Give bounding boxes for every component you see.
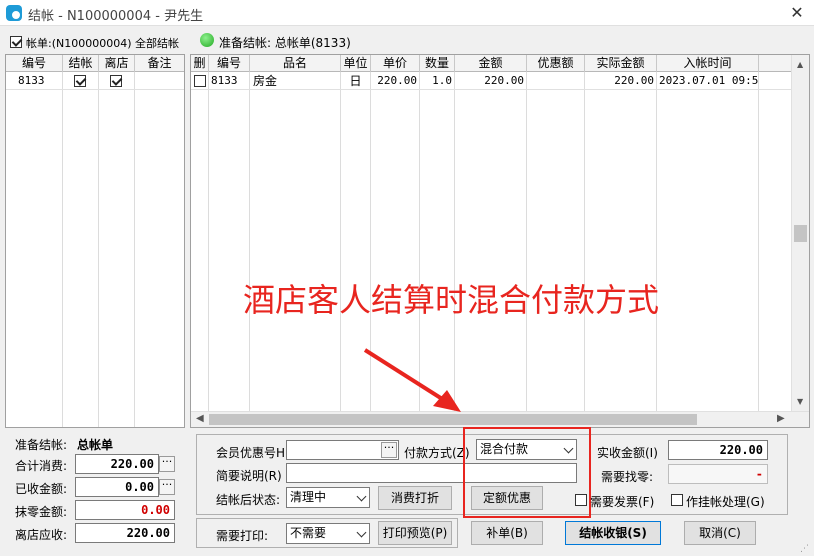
- ready-value: 总帐单: [77, 438, 114, 452]
- bill-header: 帐单:(N100000004) 全部结帐: [8, 33, 188, 51]
- bill-row-note: [136, 73, 182, 90]
- detail-col-discount[interactable]: 优惠额: [527, 55, 585, 72]
- due-field: 220.00: [75, 523, 175, 543]
- resize-grip-icon[interactable]: ⋰: [800, 544, 809, 554]
- scroll-down-icon[interactable]: ▼: [797, 397, 803, 406]
- pay-method-label: 付款方式(Z): [404, 446, 470, 460]
- detail-col-unit[interactable]: 单位: [341, 55, 371, 72]
- received-label: 已收金额:: [15, 482, 68, 496]
- vertical-scrollbar[interactable]: ▲ ▼: [791, 55, 809, 411]
- after-status-label: 结帐后状态:: [216, 493, 281, 507]
- detail-row-time: 2023.07.01 09:55: [659, 74, 758, 87]
- bill-summary: 准备结帐: 总帐单 合计消费: 220.00 ··· 已收金额: 0.00 ··…: [5, 432, 187, 552]
- scroll-up-icon[interactable]: ▲: [797, 60, 803, 69]
- change-label: 需要找零:: [601, 470, 654, 484]
- rounding-field[interactable]: 0.00: [75, 500, 175, 520]
- received-field: 0.00: [75, 477, 159, 497]
- chevron-down-icon: [356, 491, 367, 502]
- detail-row-delete-checkbox[interactable]: [194, 75, 206, 87]
- window-title: 结帐 - N100000004 - 尹先生: [28, 9, 204, 24]
- detail-col-del[interactable]: 删: [191, 55, 209, 72]
- vertical-scroll-thumb[interactable]: [794, 225, 807, 242]
- change-field: -: [668, 464, 768, 484]
- detail-col-actual[interactable]: 实际金额: [585, 55, 657, 72]
- after-status-value: 清理中: [290, 490, 327, 504]
- total-field: 220.00: [75, 454, 159, 474]
- discount-button[interactable]: 消费打折: [378, 486, 452, 510]
- memo-label: 简要说明(R): [216, 469, 282, 483]
- close-icon[interactable]: ✕: [786, 2, 808, 24]
- detail-col-price[interactable]: 单价: [371, 55, 420, 72]
- annotation-text: 酒店客人结算时混合付款方式: [243, 281, 660, 319]
- hang-account-label: 作挂帐处理(G): [686, 495, 765, 509]
- bill-header-label: 帐单:(N100000004) 全部结帐: [26, 37, 180, 50]
- detail-col-time[interactable]: 入帐时间: [657, 55, 759, 72]
- bill-row-checkout-checkbox[interactable]: [74, 75, 86, 87]
- bill-col-id[interactable]: 编号: [6, 55, 63, 72]
- after-status-select[interactable]: 清理中: [286, 487, 370, 508]
- detail-col-id[interactable]: 编号: [209, 55, 250, 72]
- checkout-button[interactable]: 结帐收银(S): [565, 521, 661, 545]
- ready-label: 准备结帐:: [15, 438, 68, 452]
- supplement-button[interactable]: 补单(B): [471, 521, 543, 545]
- detail-col-amount[interactable]: 金额: [455, 55, 527, 72]
- detail-col-name[interactable]: 品名: [250, 55, 341, 72]
- cancel-button[interactable]: 取消(C): [684, 521, 756, 545]
- print-value: 不需要: [290, 526, 327, 540]
- hang-account-checkbox[interactable]: [671, 494, 683, 506]
- horizontal-scrollbar[interactable]: ◀ ▶: [191, 411, 809, 427]
- rounding-label: 抹零金额:: [15, 505, 68, 519]
- table-row[interactable]: 8133 房金 日 220.00 1.0 220.00 220.00 2023.…: [191, 73, 791, 90]
- detail-row-name: 房金: [253, 74, 278, 88]
- due-label: 离店应收:: [15, 528, 68, 542]
- chevron-down-icon: [356, 527, 367, 538]
- invoice-checkbox[interactable]: [575, 494, 587, 506]
- bill-row-leave-checkbox[interactable]: [110, 75, 122, 87]
- received-more-button[interactable]: ···: [159, 479, 175, 495]
- title-bar: 结帐 - N100000004 - 尹先生 ✕: [0, 0, 814, 26]
- bill-col-checkout[interactable]: 结帐: [63, 55, 99, 72]
- total-more-button[interactable]: ···: [159, 456, 175, 472]
- table-row[interactable]: 8133: [6, 73, 184, 90]
- status-indicator-icon: [200, 33, 214, 47]
- scroll-right-icon[interactable]: ▶: [777, 413, 785, 424]
- detail-row-actual: 220.00: [614, 74, 654, 87]
- detail-grid-header: 删 编号 品名 单位 单价 数量 金额 优惠额 实际金额 入帐时间: [191, 55, 791, 72]
- bill-grid-header: 编号 结帐 离店 备注: [6, 55, 184, 72]
- member-label: 会员优惠号H: [216, 446, 286, 460]
- detail-row-id: 8133: [211, 74, 238, 87]
- detail-grid: 删 编号 品名 单位 单价 数量 金额 优惠额 实际金额 入帐时间 8133 房…: [190, 54, 810, 428]
- actual-amount-input[interactable]: 220.00: [668, 440, 768, 460]
- total-label: 合计消费:: [15, 459, 68, 473]
- scroll-left-icon[interactable]: ◀: [196, 413, 204, 424]
- bill-grid: 编号 结帐 离店 备注 8133: [5, 54, 185, 428]
- annotation-arrow-icon: [363, 348, 461, 412]
- detail-row-discount: [527, 73, 582, 90]
- app-icon: [6, 5, 22, 21]
- status-label: 准备结帐: 总帐单(8133): [219, 36, 351, 50]
- highlight-box: [463, 427, 591, 518]
- detail-row-amount: 220.00: [484, 74, 524, 87]
- actual-amount-label: 实收金额(I): [597, 446, 658, 460]
- detail-col-qty[interactable]: 数量: [420, 55, 455, 72]
- print-select[interactable]: 不需要: [286, 523, 370, 544]
- detail-row-unit: 日: [349, 74, 362, 88]
- print-label: 需要打印:: [216, 529, 269, 543]
- detail-row-qty: 1.0: [432, 74, 452, 87]
- invoice-label: 需要发票(F): [590, 495, 655, 509]
- print-preview-button[interactable]: 打印预览(P): [378, 521, 452, 545]
- detail-row-price: 220.00: [377, 74, 417, 87]
- bill-all-checkbox[interactable]: [10, 36, 22, 48]
- member-lookup-button[interactable]: ···: [381, 442, 397, 458]
- bill-row-id: 8133: [18, 74, 45, 87]
- bill-col-leave[interactable]: 离店: [99, 55, 135, 72]
- bill-col-note[interactable]: 备注: [135, 55, 184, 72]
